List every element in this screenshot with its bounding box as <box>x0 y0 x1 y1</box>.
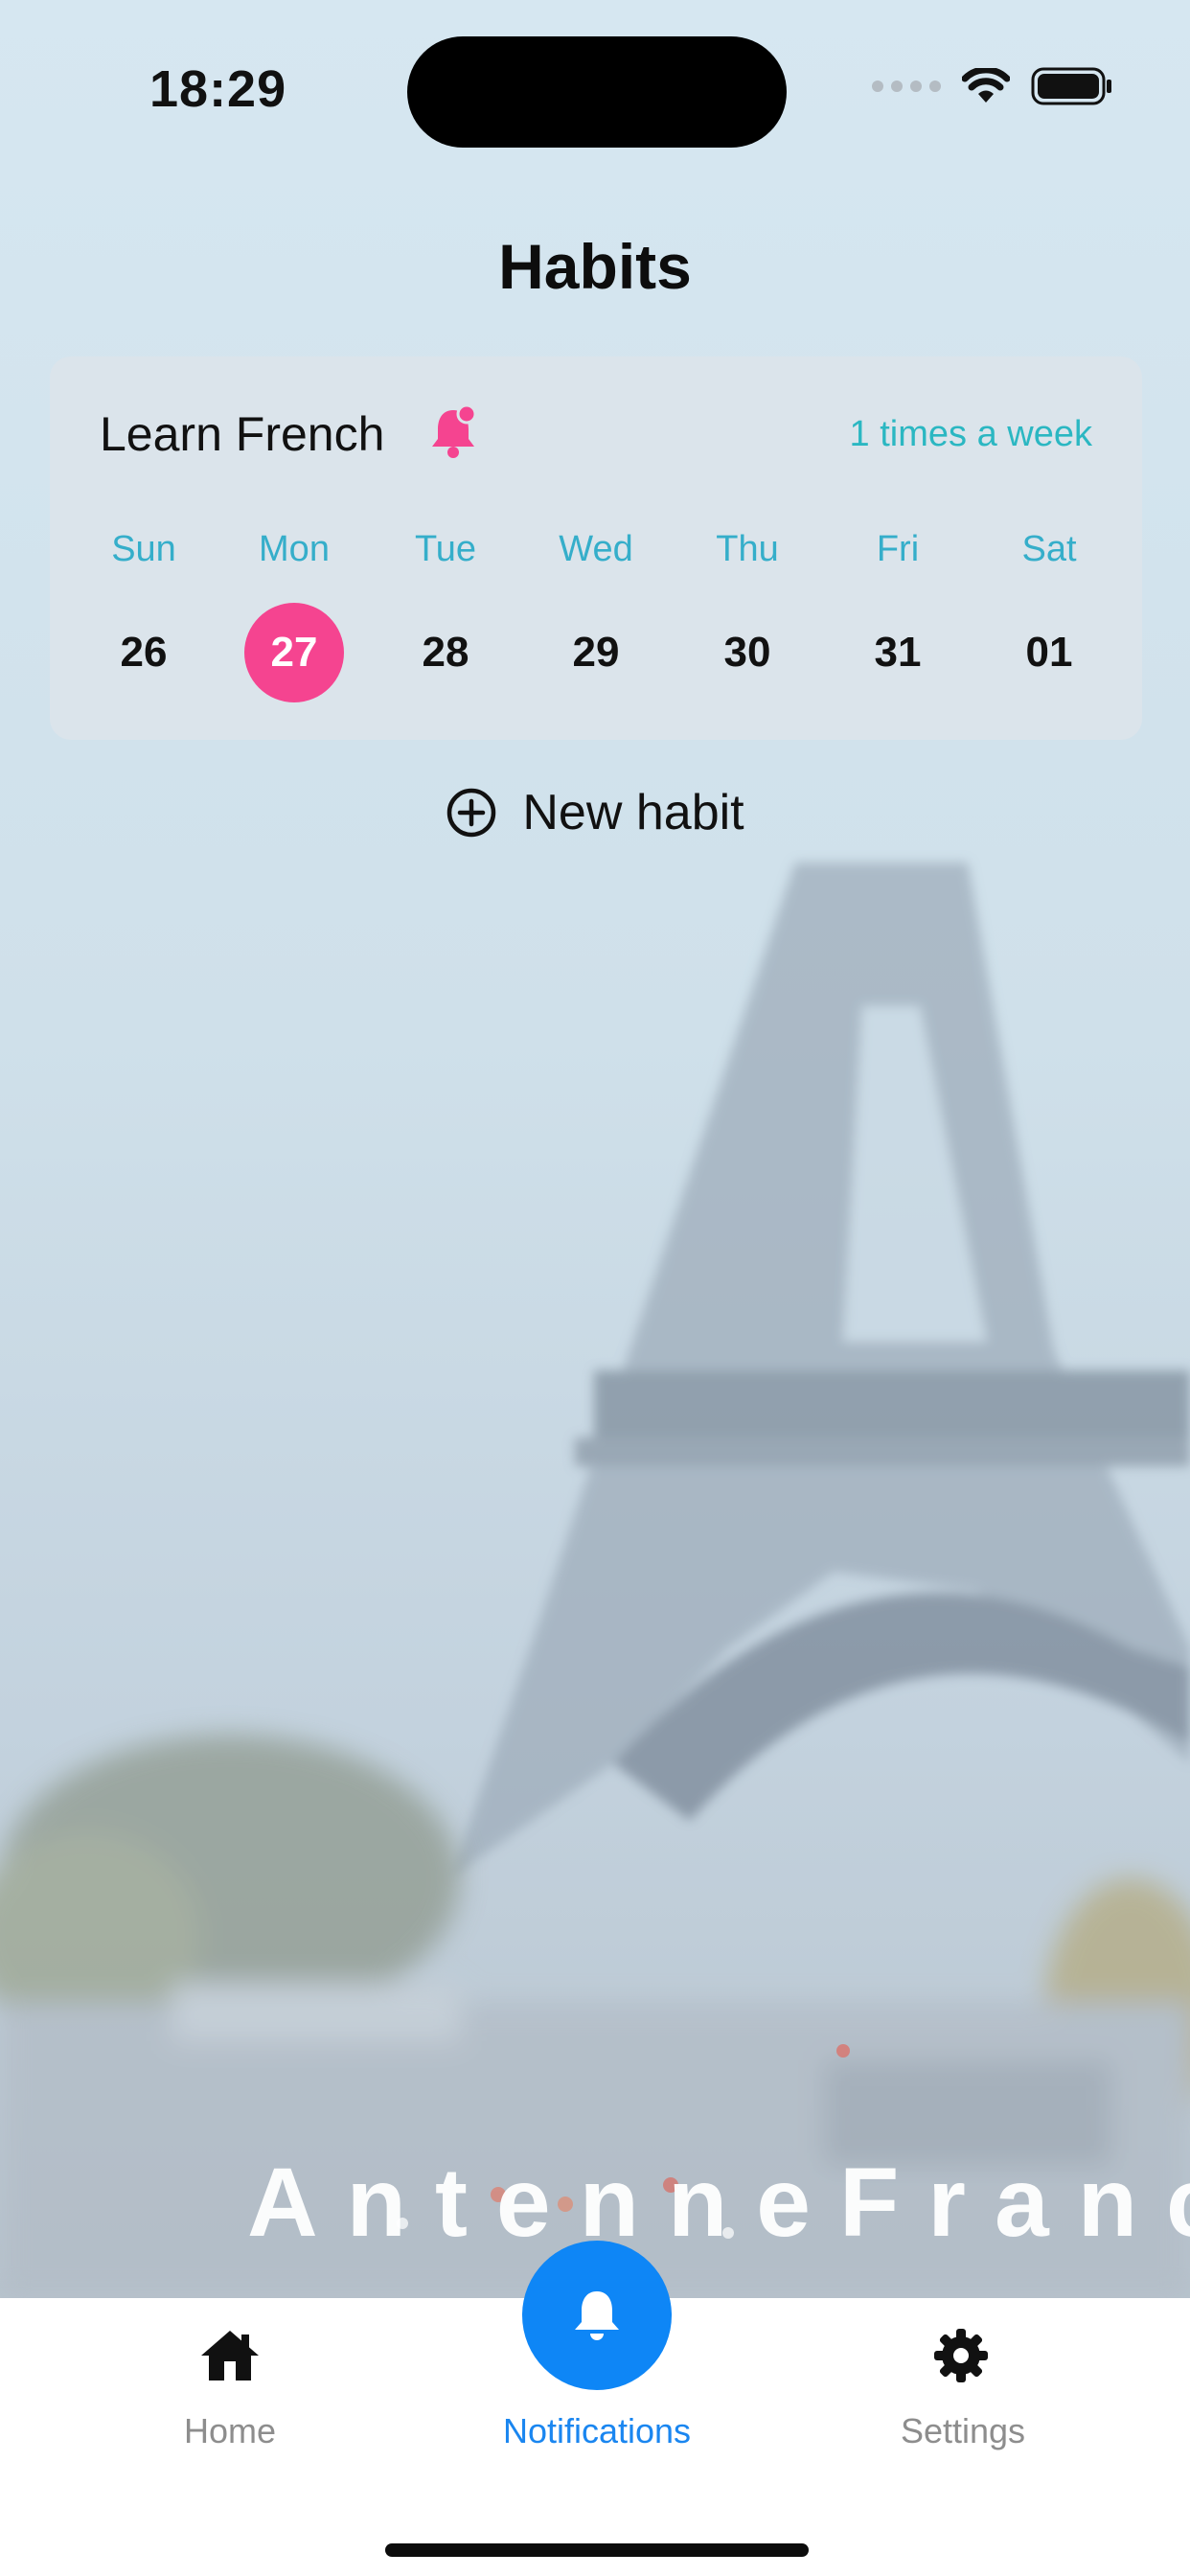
bell-icon <box>575 2291 619 2340</box>
day-date[interactable]: 31 <box>848 603 948 702</box>
day-name: Wed <box>559 529 633 569</box>
habit-frequency: 1 times a week <box>849 414 1092 454</box>
day-name: Sat <box>1021 529 1077 569</box>
battery-icon <box>1031 67 1111 105</box>
plus-circle-icon <box>447 788 496 838</box>
page-title: Habits <box>498 231 692 302</box>
habit-card[interactable]: Learn French 1 times a week Sun 26 Mon 2… <box>50 356 1142 740</box>
app-screen: 18:29 Habits Learn French 1 times a week… <box>0 0 1190 2576</box>
day-name: Mon <box>259 529 330 569</box>
day-date[interactable]: 28 <box>396 603 495 702</box>
bell-badge-icon[interactable] <box>428 404 478 458</box>
tab-settings[interactable]: Settings <box>819 2298 1107 2490</box>
day-name: Fri <box>876 529 920 569</box>
cellular-signal-icon <box>872 80 941 92</box>
house-icon <box>201 2331 259 2380</box>
home-indicator <box>385 2543 809 2557</box>
day-date[interactable]: 01 <box>999 603 1099 702</box>
day-name: Sun <box>111 529 176 569</box>
day-date[interactable]: 29 <box>546 603 646 702</box>
new-habit-button[interactable]: New habit <box>0 784 1190 841</box>
day-date[interactable]: 30 <box>698 603 797 702</box>
tab-home-label: Home <box>183 2411 277 2450</box>
day-name: Tue <box>414 529 477 569</box>
gear-icon <box>934 2329 988 2382</box>
tab-notifications-label: Notifications <box>502 2411 692 2450</box>
notifications-fab[interactable] <box>522 2241 672 2390</box>
wifi-icon <box>962 68 1010 103</box>
day-date[interactable]: 26 <box>94 603 194 702</box>
day-name: Thu <box>716 529 779 569</box>
tab-settings-label: Settings <box>900 2411 1026 2450</box>
tab-home[interactable]: Home <box>86 2298 374 2490</box>
status-time: 18:29 <box>149 60 287 118</box>
background-image <box>0 0 1190 2298</box>
dynamic-island <box>407 36 787 148</box>
day-date-selected[interactable]: 27 <box>244 603 344 702</box>
habit-name: Learn French <box>100 407 385 461</box>
status-icons <box>872 67 1113 105</box>
new-habit-label: New habit <box>522 785 744 840</box>
watermark-logo: AntenneFrance <box>247 2148 1190 2257</box>
